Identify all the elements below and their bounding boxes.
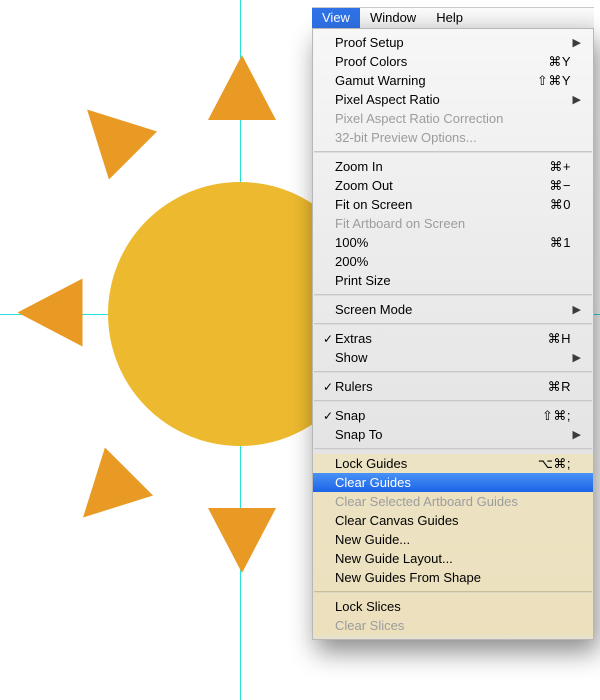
menubar-help[interactable]: Help <box>426 8 473 28</box>
menu-print-size[interactable]: Print Size <box>313 271 593 290</box>
menu-separator <box>314 371 592 373</box>
menu-separator <box>314 591 592 593</box>
menu-separator <box>314 400 592 402</box>
menu-clear-selected-artboard-guides: Clear Selected Artboard Guides <box>313 492 593 511</box>
menu-separator <box>314 448 592 450</box>
submenu-arrow-icon: ▶ <box>571 303 581 316</box>
menu-new-guide[interactable]: New Guide... <box>313 530 593 549</box>
menu-pixel-aspect-ratio[interactable]: Pixel Aspect Ratio▶ <box>313 90 593 109</box>
menu-snap[interactable]: ✓Snap⇧⌘; <box>313 406 593 425</box>
submenu-arrow-icon: ▶ <box>571 36 581 49</box>
menubar-window[interactable]: Window <box>360 8 426 28</box>
sun-ray <box>59 447 153 541</box>
menu-200-percent[interactable]: 200% <box>313 252 593 271</box>
menu-proof-setup[interactable]: Proof Setup▶ <box>313 33 593 52</box>
submenu-arrow-icon: ▶ <box>571 351 581 364</box>
sun-ray <box>18 279 83 347</box>
menu-new-guides-from-shape[interactable]: New Guides From Shape <box>313 568 593 587</box>
menu-gamut-warning[interactable]: Gamut Warning⇧⌘Y <box>313 71 593 90</box>
menu-lock-guides[interactable]: Lock Guides⌥⌘; <box>313 454 593 473</box>
menu-100-percent[interactable]: 100%⌘1 <box>313 233 593 252</box>
checkmark-icon: ✓ <box>321 380 335 394</box>
menu-clear-canvas-guides[interactable]: Clear Canvas Guides <box>313 511 593 530</box>
menu-rulers[interactable]: ✓Rulers⌘R <box>313 377 593 396</box>
menu-snap-to[interactable]: Snap To▶ <box>313 425 593 444</box>
menubar-view[interactable]: View <box>312 8 360 28</box>
menu-clear-slices: Clear Slices <box>313 616 593 635</box>
menu-clear-guides[interactable]: Clear Guides <box>313 473 593 492</box>
menu-32bit-preview-options: 32-bit Preview Options... <box>313 128 593 147</box>
menu-fit-artboard: Fit Artboard on Screen <box>313 214 593 233</box>
submenu-arrow-icon: ▶ <box>571 428 581 441</box>
menu-separator <box>314 294 592 296</box>
menu-separator <box>314 151 592 153</box>
menu-zoom-in[interactable]: Zoom In⌘+ <box>313 157 593 176</box>
menu-extras[interactable]: ✓Extras⌘H <box>313 329 593 348</box>
submenu-arrow-icon: ▶ <box>571 93 581 106</box>
sun-ray <box>208 508 276 573</box>
menu-lock-slices[interactable]: Lock Slices <box>313 597 593 616</box>
sun-ray <box>208 55 276 120</box>
menu-screen-mode[interactable]: Screen Mode▶ <box>313 300 593 319</box>
checkmark-icon: ✓ <box>321 332 335 346</box>
menu-new-guide-layout[interactable]: New Guide Layout... <box>313 549 593 568</box>
menu-separator <box>314 323 592 325</box>
menu-fit-on-screen[interactable]: Fit on Screen⌘0 <box>313 195 593 214</box>
menu-show[interactable]: Show▶ <box>313 348 593 367</box>
menu-proof-colors[interactable]: Proof Colors⌘Y <box>313 52 593 71</box>
checkmark-icon: ✓ <box>321 409 335 423</box>
menubar: View Window Help <box>312 7 594 29</box>
sun-ray <box>63 85 157 179</box>
menu-pixel-aspect-correction: Pixel Aspect Ratio Correction <box>313 109 593 128</box>
menu-zoom-out[interactable]: Zoom Out⌘− <box>313 176 593 195</box>
view-menu: Proof Setup▶ Proof Colors⌘Y Gamut Warnin… <box>312 28 594 640</box>
